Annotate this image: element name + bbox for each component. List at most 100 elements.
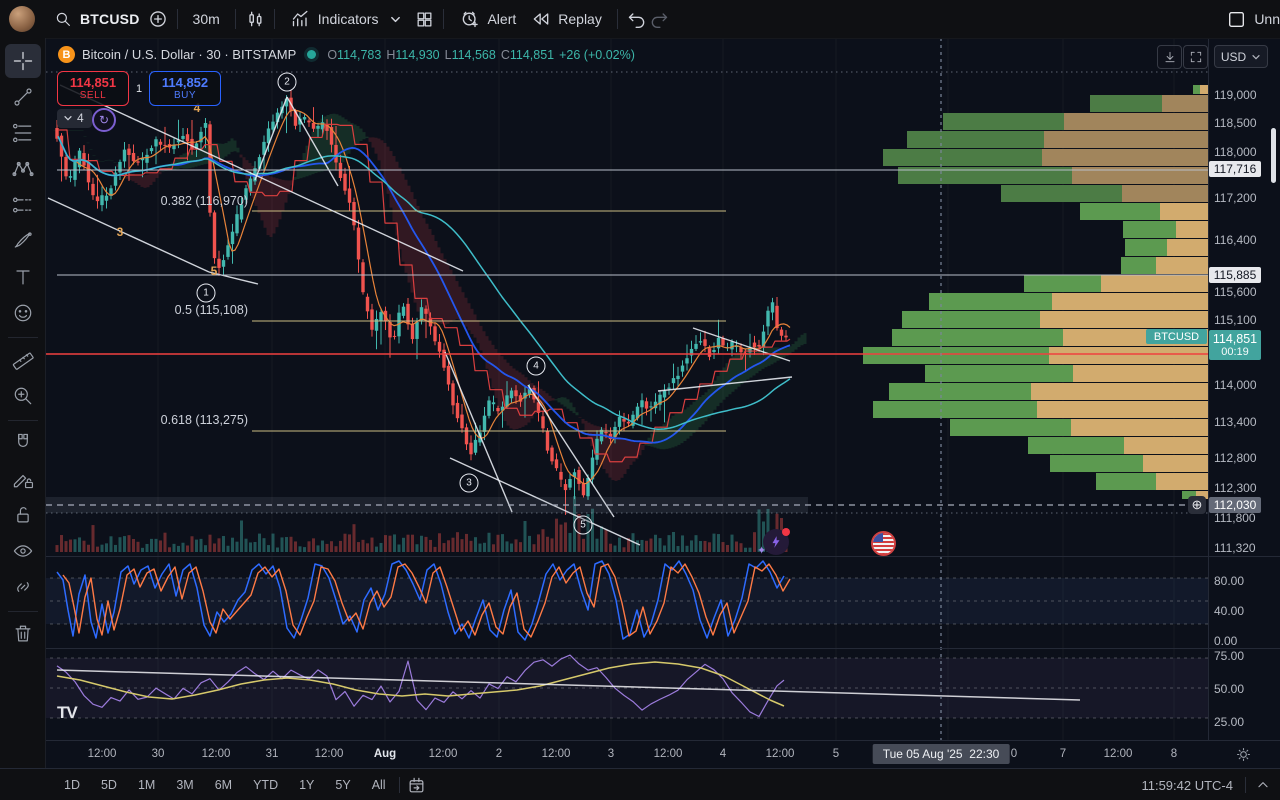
- boost-icon[interactable]: [763, 529, 789, 555]
- hide-all-icon: [11, 539, 35, 563]
- time-tick: 12:00: [766, 748, 795, 760]
- link-icon: [11, 575, 35, 599]
- range-button-ytd[interactable]: YTD: [246, 774, 285, 796]
- range-button-3m[interactable]: 3M: [169, 774, 200, 796]
- elliott-wave-label[interactable]: 4: [527, 357, 546, 376]
- price-level-label: 112,030: [1209, 497, 1261, 513]
- replay-button[interactable]: Replay: [523, 4, 609, 34]
- sell-button[interactable]: 114,851 SELL: [57, 71, 129, 106]
- bar-countdown: 00:19: [1209, 346, 1261, 358]
- zoom-in-tool[interactable]: [5, 379, 41, 413]
- fib-retracement-icon: [11, 121, 35, 145]
- crosshair-icon: [11, 49, 35, 73]
- link-tool[interactable]: [5, 570, 41, 604]
- time-tick: 30: [152, 748, 165, 760]
- undo-icon[interactable]: [626, 8, 648, 30]
- text-tool[interactable]: [5, 260, 41, 294]
- buy-button[interactable]: 114,852 BUY: [149, 71, 221, 106]
- price-tick: 113,400: [1214, 415, 1257, 429]
- forecast-icon: [11, 193, 35, 217]
- divider: [8, 337, 38, 338]
- lock-all-tool[interactable]: [5, 498, 41, 532]
- crosshair-tool[interactable]: [5, 44, 41, 78]
- price-tick: 114,000: [1214, 378, 1257, 392]
- time-tick: 12:00: [202, 748, 231, 760]
- range-button-1y[interactable]: 1Y: [292, 774, 321, 796]
- brush-tool[interactable]: [5, 224, 41, 258]
- crosshair-time-tooltip: Tue 05 Aug '25 22:30: [873, 744, 1010, 764]
- trash-tool[interactable]: [5, 617, 41, 651]
- quick-action-icon[interactable]: ↻: [92, 108, 116, 132]
- candle-style-icon[interactable]: [244, 8, 266, 30]
- download-chart-button[interactable]: [1157, 45, 1182, 69]
- magnet-tool[interactable]: [5, 426, 41, 460]
- high-value: 114,930: [395, 48, 439, 62]
- fib-retracement-tool[interactable]: [5, 116, 41, 150]
- elliott-wave-label[interactable]: 3: [460, 474, 479, 493]
- open-value: 114,783: [337, 48, 381, 62]
- clock: 11:59:42 UTC-4: [1141, 778, 1233, 793]
- current-price-label: 114,851 00:19: [1209, 330, 1261, 360]
- add-order-icon[interactable]: ⊕: [1188, 496, 1206, 514]
- fib-level-label[interactable]: 0.5 (115,108): [175, 303, 248, 317]
- fib-level-label[interactable]: 0.618 (113,275): [161, 413, 248, 427]
- bitcoin-icon: B: [58, 46, 75, 63]
- scrollbar-thumb[interactable]: [1271, 128, 1276, 183]
- fib-level-label[interactable]: 0.382 (116,970): [161, 194, 248, 208]
- range-button-1d[interactable]: 1D: [57, 774, 87, 796]
- fullscreen-button[interactable]: [1183, 45, 1208, 69]
- oscillator-tick: 25.00: [1214, 715, 1244, 729]
- chart-legend[interactable]: B Bitcoin / U.S. Dollar · 30 · BITSTAMP …: [58, 46, 640, 63]
- oscillator-tick: 50.00: [1214, 682, 1244, 696]
- draw-lock-tool[interactable]: [5, 462, 41, 496]
- indicators-button[interactable]: Indicators: [283, 4, 414, 34]
- range-button-1m[interactable]: 1M: [131, 774, 162, 796]
- redo-icon[interactable]: [648, 8, 670, 30]
- gear-icon[interactable]: [1235, 746, 1252, 763]
- currency-select[interactable]: USD: [1214, 45, 1268, 68]
- range-button-5y[interactable]: 5Y: [328, 774, 357, 796]
- range-button-all[interactable]: All: [365, 774, 393, 796]
- xabcd-pattern-tool[interactable]: [5, 152, 41, 186]
- avatar[interactable]: [9, 6, 35, 32]
- chevron-up-icon[interactable]: [1252, 774, 1274, 796]
- object-tree-chip[interactable]: 4: [57, 109, 92, 128]
- elliott-wave-label[interactable]: 5: [574, 516, 593, 535]
- sparkle-icon: ✦: [757, 544, 766, 557]
- tradingview-logo[interactable]: TV: [57, 703, 77, 723]
- alert-button[interactable]: Alert: [452, 4, 523, 34]
- oscillator-tick: 75.00: [1214, 649, 1244, 663]
- symbol-search-button[interactable]: BTCUSD: [45, 4, 147, 34]
- add-symbol-icon[interactable]: [147, 8, 169, 30]
- elliott-wave-label[interactable]: 1: [197, 284, 216, 303]
- interval-button[interactable]: 30m: [186, 7, 227, 31]
- go-to-date-icon[interactable]: [406, 774, 428, 796]
- checkbox-icon[interactable]: [1228, 8, 1245, 30]
- chevron-down-icon: [384, 8, 406, 30]
- divider: [443, 9, 444, 29]
- elliott-wave-label[interactable]: 2: [278, 73, 297, 92]
- time-tick: 12:00: [542, 748, 571, 760]
- price-tick: 116,400: [1214, 233, 1257, 247]
- us-flag-canton: [873, 533, 883, 542]
- pane-separator[interactable]: [46, 648, 1280, 649]
- layout-name-group[interactable]: Unn: [1228, 8, 1280, 30]
- forecast-tool[interactable]: [5, 188, 41, 222]
- chart-overlay-canvas: [0, 0, 1280, 800]
- range-button-6m[interactable]: 6M: [208, 774, 239, 796]
- change-value: +26 (+0.02%): [559, 48, 635, 62]
- range-button-5d[interactable]: 5D: [94, 774, 124, 796]
- emoji-tool[interactable]: [5, 296, 41, 330]
- pane-separator[interactable]: [46, 556, 1280, 557]
- time-tick: 2: [496, 748, 502, 760]
- time-axis[interactable]: Tue 05 Aug '25 22:30 12:003012:003112:00…: [46, 740, 1280, 769]
- price-tick: 112,800: [1214, 451, 1257, 465]
- trend-line-tool[interactable]: [5, 80, 41, 114]
- ruler-tool[interactable]: [5, 343, 41, 377]
- economic-event-icon[interactable]: [871, 531, 896, 556]
- divider: [8, 611, 38, 612]
- layout-grid-icon[interactable]: [413, 8, 435, 30]
- price-scale-border: [1208, 38, 1209, 768]
- xabcd-pattern-icon: [11, 157, 35, 181]
- hide-all-tool[interactable]: [5, 534, 41, 568]
